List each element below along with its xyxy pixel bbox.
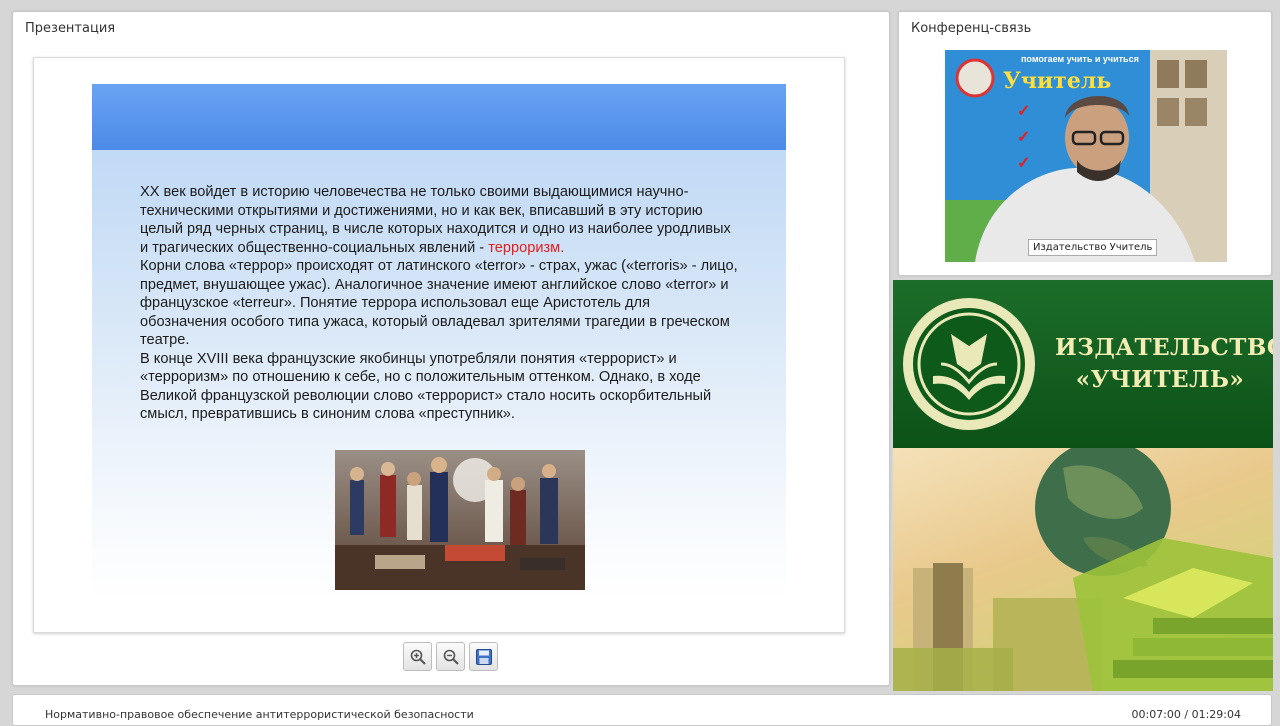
books-globe-image	[893, 448, 1273, 691]
svg-text:✓: ✓	[1017, 155, 1030, 172]
video-caption: Издательство Учитель	[1028, 239, 1158, 256]
publisher-name: ИЗДАТЕЛЬСТВО «УЧИТЕЛЬ»	[1055, 332, 1273, 396]
publisher-name-line2: «УЧИТЕЛЬ»	[1075, 366, 1245, 393]
zoom-in-icon	[410, 649, 426, 665]
slide-paragraph-2: Корни слова «террор» происходят от латин…	[140, 258, 738, 348]
playback-time: 00:07:00 / 01:29:04	[1131, 708, 1241, 721]
slide-viewer: XX век войдет в историю человечества не …	[33, 57, 845, 633]
poster-brand: Учитель	[1003, 68, 1111, 94]
conference-panel: Конференц-связь Учитель помогаем учить и…	[898, 11, 1272, 276]
zoom-out-button[interactable]	[436, 642, 465, 671]
save-icon	[475, 648, 492, 665]
svg-text:✓: ✓	[1017, 129, 1030, 146]
save-button[interactable]	[469, 642, 498, 671]
slide-paragraph-1: XX век войдет в историю человечества не …	[140, 184, 731, 256]
publisher-green-banner: ИЗДАТЕЛЬСТВО «УЧИТЕЛЬ»	[893, 280, 1273, 448]
conference-title: Конференц-связь	[911, 21, 1032, 36]
svg-text:✓: ✓	[1017, 103, 1030, 120]
presentation-title: Презентация	[25, 21, 116, 36]
footer-bar: Нормативно-правовое обеспечение антитерр…	[12, 694, 1272, 726]
publisher-logo-icon	[903, 298, 1035, 430]
revolution-painting	[335, 450, 585, 590]
slide-header-band	[92, 84, 786, 150]
video-feed[interactable]: Учитель помогаем учить и учиться ✓ ✓ ✓ И…	[945, 50, 1227, 262]
slide-paragraph-3: В конце XVIII века французские якобинцы …	[140, 350, 712, 423]
slide-text: XX век войдет в историю человечества не …	[140, 183, 740, 424]
zoom-in-button[interactable]	[403, 642, 432, 671]
zoom-out-icon	[443, 649, 459, 665]
publisher-name-line1: ИЗДАТЕЛЬСТВО	[1055, 334, 1273, 361]
slide: XX век войдет в историю человечества не …	[92, 84, 786, 604]
slide-highlight: терроризм.	[488, 239, 565, 256]
presentation-toolbar	[403, 642, 498, 672]
course-title: Нормативно-правовое обеспечение антитерр…	[45, 708, 474, 721]
publisher-banner: ИЗДАТЕЛЬСТВО «УЧИТЕЛЬ»	[893, 280, 1273, 691]
presentation-panel: Презентация XX век войдет в историю чело…	[12, 11, 890, 686]
poster-tagline: помогаем учить и учиться	[1021, 54, 1139, 64]
